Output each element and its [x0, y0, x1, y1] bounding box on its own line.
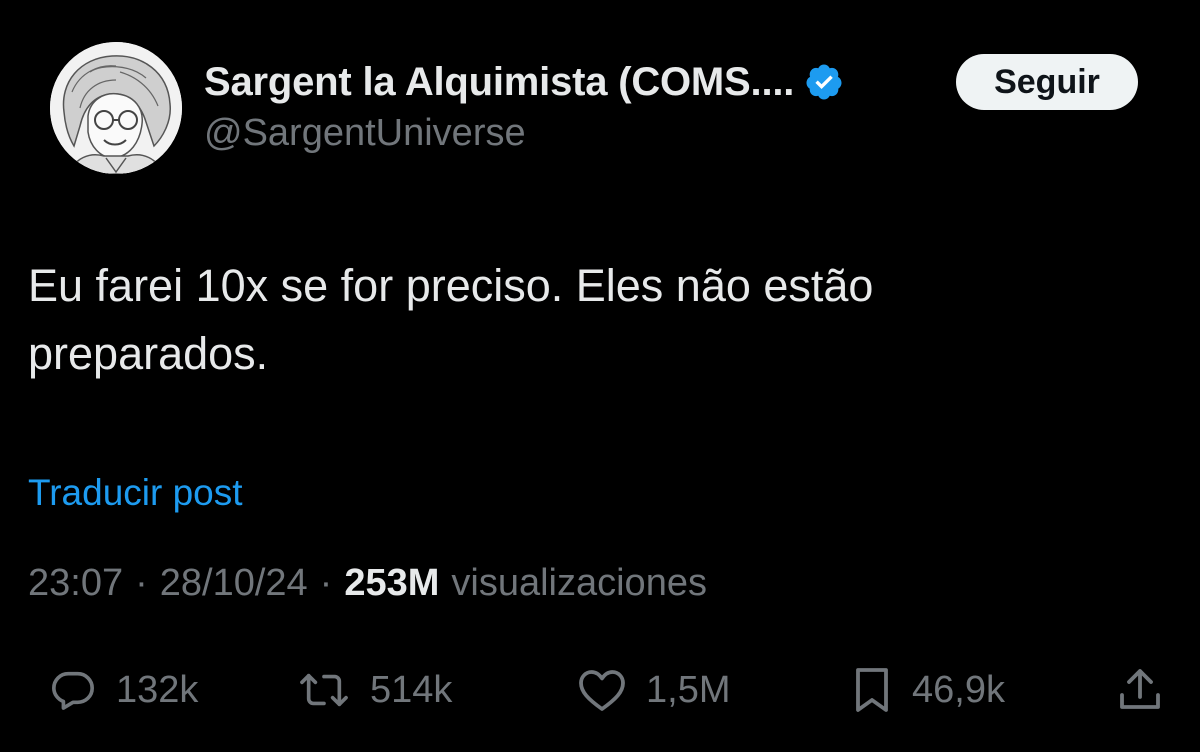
- views-label: visualizaciones: [451, 562, 707, 604]
- avatar-image: [50, 42, 182, 174]
- avatar[interactable]: [50, 42, 182, 174]
- author-name-row[interactable]: Sargent la Alquimista (COMS....: [204, 56, 844, 108]
- repost-icon: [300, 673, 348, 707]
- tweet-time[interactable]: 23:07: [28, 562, 123, 605]
- translate-post-link[interactable]: Traducir post: [28, 472, 243, 514]
- tweet-card: Sargent la Alquimista (COMS.... @Sargent…: [0, 0, 1200, 752]
- bookmark-button[interactable]: 46,9k: [852, 660, 1005, 720]
- meta-separator: ·: [135, 562, 148, 604]
- tweet-text-line-1: Eu farei 10x se for preciso. Eles não es…: [28, 260, 874, 311]
- tweet-date[interactable]: 28/10/24: [160, 562, 308, 605]
- reply-icon: [52, 671, 94, 710]
- reply-button[interactable]: 132k: [50, 660, 198, 720]
- views-count: 253M: [344, 562, 440, 604]
- author-handle[interactable]: @SargentUniverse: [204, 112, 526, 155]
- tweet-text: Eu farei 10x se for preciso. Eles não es…: [28, 252, 1028, 388]
- share-icon: [1120, 669, 1160, 709]
- like-button[interactable]: 1,5M: [578, 660, 730, 720]
- verified-badge-icon: [804, 62, 844, 102]
- meta-separator: ·: [319, 562, 333, 604]
- tweet-text-line-2: preparados.: [28, 328, 269, 379]
- bookmark-icon: [856, 668, 888, 712]
- repost-count: 514k: [370, 668, 453, 711]
- author-display-name[interactable]: Sargent la Alquimista (COMS....: [204, 60, 794, 105]
- bookmark-count: 46,9k: [912, 668, 1005, 711]
- heart-icon: [579, 670, 625, 711]
- tweet-meta: 23:07 · 28/10/24 · 253M visualizaciones: [28, 562, 707, 605]
- share-button[interactable]: [1118, 660, 1162, 720]
- repost-button[interactable]: 514k: [298, 660, 452, 720]
- like-count: 1,5M: [646, 668, 731, 711]
- follow-button[interactable]: Seguir: [956, 54, 1138, 110]
- reply-count: 132k: [116, 668, 199, 711]
- action-bar: 132k 514k 1,5M 46,9k: [0, 660, 1200, 720]
